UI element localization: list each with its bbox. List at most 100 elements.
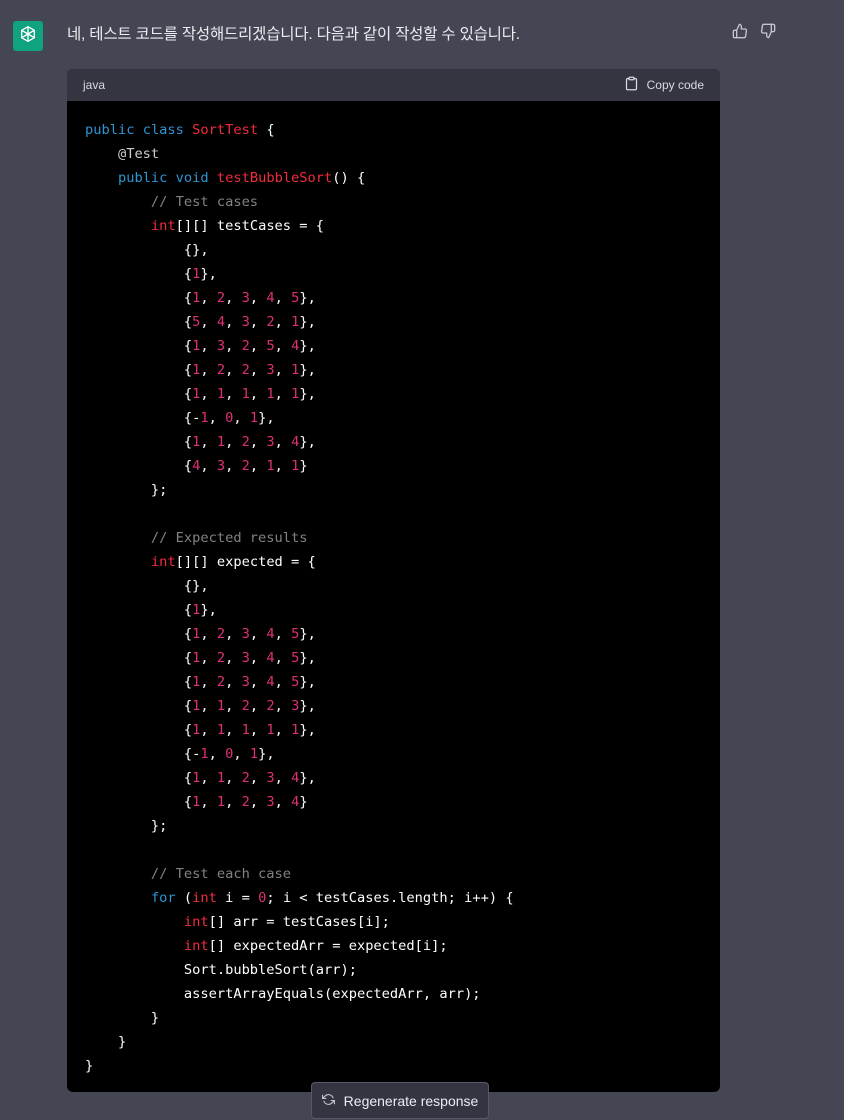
code-token: , bbox=[200, 794, 217, 810]
code-token: , bbox=[274, 290, 292, 306]
code-token: , bbox=[274, 674, 292, 690]
code-line: {1, 1, 2, 3, 4} bbox=[85, 790, 702, 814]
openai-logo-icon bbox=[18, 24, 38, 49]
thumbs-up-button[interactable] bbox=[730, 23, 750, 43]
thumbs-down-button[interactable] bbox=[758, 23, 778, 43]
code-token: for bbox=[150, 890, 176, 906]
code-line: // Test cases bbox=[85, 190, 702, 214]
code-token: , bbox=[249, 698, 267, 714]
code-line: {1}, bbox=[85, 598, 702, 622]
code-token: , bbox=[225, 770, 242, 786]
code-token: 4 bbox=[266, 650, 275, 666]
code-line: public class SortTest { bbox=[85, 118, 702, 142]
code-token: , bbox=[274, 626, 292, 642]
code-token: {}, bbox=[85, 578, 209, 594]
refresh-icon bbox=[321, 1093, 335, 1109]
code-line: {1, 2, 3, 4, 5}, bbox=[85, 646, 702, 670]
code-line: {}, bbox=[85, 574, 702, 598]
code-token: { bbox=[85, 434, 193, 450]
code-token: }, bbox=[299, 434, 316, 450]
code-token: } bbox=[299, 794, 308, 810]
code-token: 1 bbox=[241, 386, 250, 402]
code-token: }, bbox=[200, 266, 217, 282]
code-token: 2 bbox=[216, 290, 226, 306]
code-token: , bbox=[274, 698, 292, 714]
code-token: , bbox=[249, 626, 267, 642]
code-token: // Test cases bbox=[85, 194, 259, 210]
code-token: 1 bbox=[249, 410, 259, 426]
code-token: 2 bbox=[241, 698, 250, 714]
code-token: , bbox=[249, 362, 267, 378]
code-token: 2 bbox=[241, 338, 250, 354]
code-token: , bbox=[274, 794, 292, 810]
code-line: }; bbox=[85, 478, 702, 502]
code-line: }; bbox=[85, 814, 702, 838]
code-token: ( bbox=[175, 890, 193, 906]
code-token: }, bbox=[299, 386, 316, 402]
code-token: SortTest bbox=[192, 122, 259, 138]
code-token: void bbox=[175, 170, 209, 186]
code-token: 3 bbox=[266, 434, 275, 450]
code-token: , bbox=[225, 626, 242, 642]
code-token: 1 bbox=[216, 722, 226, 738]
code-line: {1, 1, 2, 2, 3}, bbox=[85, 694, 702, 718]
code-token: }; bbox=[85, 818, 168, 834]
code-token: 4 bbox=[266, 626, 275, 642]
code-token: ; i < testCases.length; i++) { bbox=[266, 890, 514, 906]
code-line: Sort.bubbleSort(arr); bbox=[85, 958, 702, 982]
code-token: { bbox=[85, 314, 193, 330]
code-token: int bbox=[183, 938, 209, 954]
code-token: 2 bbox=[216, 626, 226, 642]
code-line: {1}, bbox=[85, 262, 702, 286]
code-line: {4, 3, 2, 1, 1} bbox=[85, 454, 702, 478]
code-token: int bbox=[183, 914, 209, 930]
code-token: , bbox=[225, 434, 242, 450]
code-token: , bbox=[200, 434, 217, 450]
code-token: , bbox=[200, 458, 217, 474]
copy-code-button[interactable]: Copy code bbox=[624, 76, 704, 94]
code-token: , bbox=[225, 650, 242, 666]
code-token: , bbox=[200, 362, 217, 378]
code-block: java Copy code public class SortTest { @… bbox=[67, 69, 720, 1092]
code-token: { bbox=[85, 602, 193, 618]
code-line: {1, 2, 2, 3, 1}, bbox=[85, 358, 702, 382]
code-line: {1, 1, 1, 1, 1}, bbox=[85, 718, 702, 742]
code-token: }; bbox=[85, 482, 168, 498]
code-token: , bbox=[249, 290, 267, 306]
code-line: {-1, 0, 1}, bbox=[85, 406, 702, 430]
code-token: }, bbox=[258, 746, 275, 762]
code-token: 4 bbox=[266, 674, 275, 690]
code-token: 1 bbox=[216, 794, 226, 810]
code-token: , bbox=[200, 770, 217, 786]
code-token: [][] testCases = { bbox=[175, 218, 325, 234]
code-token: 1 bbox=[216, 698, 226, 714]
code-token: 2 bbox=[216, 362, 226, 378]
code-token: , bbox=[208, 410, 226, 426]
code-token: , bbox=[274, 770, 292, 786]
code-token: 3 bbox=[216, 338, 226, 354]
code-token: 1 bbox=[266, 458, 275, 474]
code-token: , bbox=[249, 674, 267, 690]
code-token: , bbox=[274, 386, 292, 402]
code-token: }, bbox=[299, 770, 316, 786]
code-token: , bbox=[225, 314, 242, 330]
code-token: { bbox=[85, 674, 193, 690]
thumbs-down-icon bbox=[760, 23, 776, 44]
code-token: } bbox=[85, 1010, 160, 1026]
code-token: , bbox=[225, 458, 242, 474]
code-token: 3 bbox=[216, 458, 226, 474]
code-token: , bbox=[225, 722, 242, 738]
code-token: {}, bbox=[85, 242, 209, 258]
code-token: 1 bbox=[200, 410, 209, 426]
code-line: } bbox=[85, 1054, 702, 1078]
regenerate-response-button[interactable]: Regenerate response bbox=[311, 1082, 489, 1119]
code-line: for (int i = 0; i < testCases.length; i+… bbox=[85, 886, 702, 910]
code-content: public class SortTest { @Test public voi… bbox=[67, 101, 720, 1078]
code-token: }, bbox=[299, 674, 316, 690]
code-token: 3 bbox=[241, 314, 250, 330]
code-token: , bbox=[200, 314, 217, 330]
